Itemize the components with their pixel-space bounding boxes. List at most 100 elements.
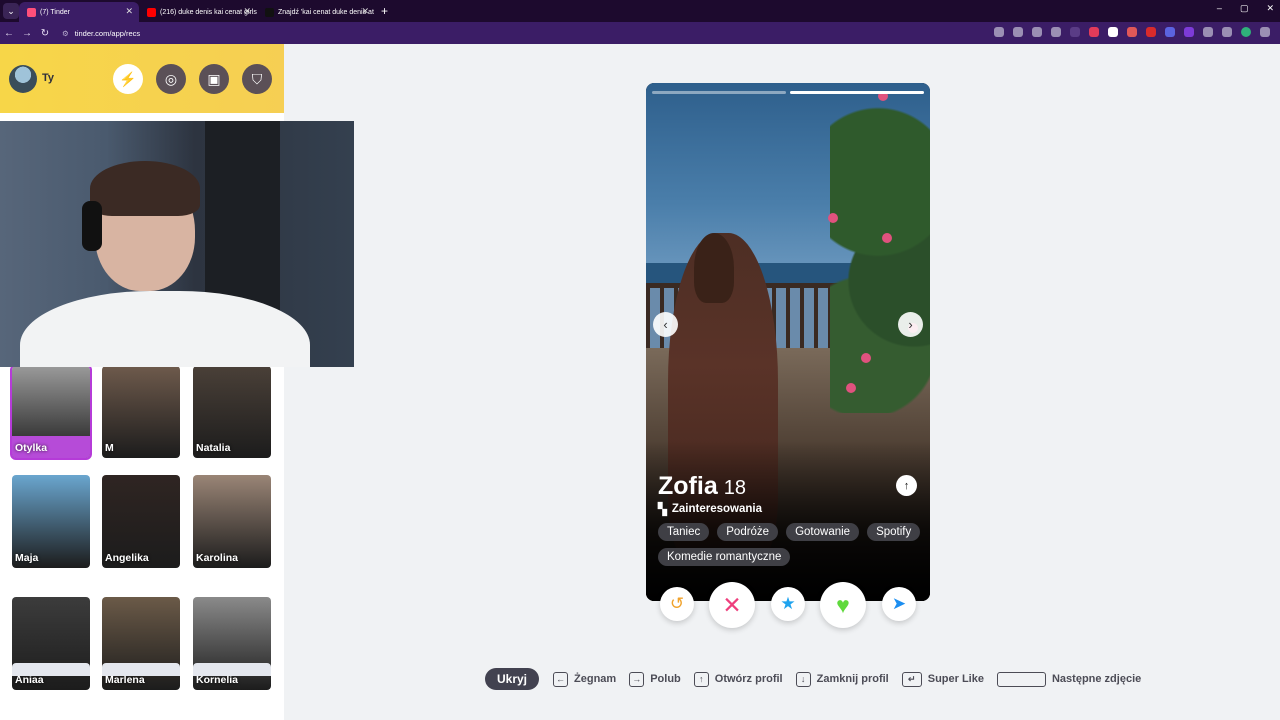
profile-photo bbox=[882, 233, 892, 243]
key-icon: ↓ bbox=[795, 671, 811, 687]
minimize-button[interactable]: – bbox=[1217, 3, 1222, 14]
cast-icon[interactable] bbox=[1013, 27, 1023, 37]
extension-icon[interactable] bbox=[1165, 27, 1175, 37]
tab-close-icon[interactable]: ✕ bbox=[125, 6, 133, 17]
interest-tags: Taniec Podróże Gotowanie Spotify Komedie rom… bbox=[658, 523, 922, 566]
interest-tag: Spotify bbox=[867, 523, 921, 541]
action-bar: ↺ ✕ ★ ♥ ➤ bbox=[646, 580, 930, 630]
keyboard-hint: → Polub bbox=[629, 671, 681, 687]
menu-icon[interactable] bbox=[1260, 27, 1270, 37]
tab-favicon-icon bbox=[27, 7, 36, 17]
match-card[interactable]: Aniaa bbox=[12, 597, 90, 690]
lightning-icon[interactable]: ⚡ bbox=[113, 64, 143, 94]
url-text: tinder.com/app/recs bbox=[74, 28, 141, 38]
extension-icon[interactable] bbox=[1184, 27, 1194, 37]
hint-label: Super Like bbox=[927, 673, 984, 685]
profile-age: 18 bbox=[723, 477, 746, 499]
match-card[interactable]: Angelika bbox=[102, 475, 180, 568]
next-photo-button[interactable]: › bbox=[898, 312, 923, 337]
headphones bbox=[82, 201, 102, 251]
match-name: Otylka bbox=[15, 442, 48, 454]
match-name: Karolina bbox=[196, 552, 239, 564]
profile-photo bbox=[694, 233, 734, 303]
hide-hints-button[interactable]: Ukryj bbox=[485, 668, 540, 690]
match-name: M bbox=[105, 442, 114, 454]
photo-progress-segment bbox=[790, 91, 924, 94]
briefcase-icon[interactable]: ▣ bbox=[199, 64, 229, 94]
window-controls: – ▢ ✕ bbox=[1217, 3, 1274, 14]
forward-icon[interactable]: → bbox=[18, 28, 36, 39]
avatar[interactable] bbox=[9, 65, 37, 93]
back-icon[interactable]: ← bbox=[0, 28, 18, 39]
nope-button[interactable]: ✕ bbox=[709, 582, 755, 628]
match-card-placeholder bbox=[12, 663, 90, 676]
tab-close-icon[interactable]: ✕ bbox=[243, 6, 251, 17]
like-button[interactable]: ♥ bbox=[820, 582, 866, 628]
hint-label: Następne zdjęcie bbox=[1051, 673, 1142, 685]
match-card[interactable]: Otylka bbox=[10, 364, 92, 460]
puzzle-icon[interactable] bbox=[1203, 27, 1213, 37]
interests-header: ▚ Zainteresowania bbox=[658, 502, 762, 516]
keyboard-hints: Ukryj ← Żegnam → Polub ↑ Otwórz profil ↓ Zamkni… bbox=[485, 668, 1154, 690]
rewind-button[interactable]: ↺ bbox=[660, 587, 694, 621]
open-profile-button[interactable]: ↑ bbox=[896, 475, 917, 496]
compass-icon[interactable]: ◎ bbox=[156, 64, 186, 94]
interest-tag: Komedie romantyczne bbox=[658, 548, 791, 566]
hint-label: Otwórz profil bbox=[714, 673, 783, 685]
tab-close-icon[interactable]: ✕ bbox=[361, 6, 369, 17]
keyboard-hint: Następne zdjęcie bbox=[996, 671, 1142, 687]
hint-label: Polub bbox=[650, 673, 681, 685]
extension-icon[interactable] bbox=[1146, 27, 1156, 37]
profile-photo bbox=[861, 353, 871, 363]
interest-tag: Podróże bbox=[717, 523, 779, 541]
location-icon[interactable] bbox=[994, 27, 1004, 37]
match-card[interactable]: Marlena bbox=[102, 597, 180, 690]
zoom-icon[interactable] bbox=[1032, 27, 1042, 37]
match-card[interactable]: Maja bbox=[12, 475, 90, 568]
match-card[interactable]: Kornelia bbox=[193, 597, 271, 690]
tab-favicon-icon bbox=[147, 7, 156, 17]
super-like-button[interactable]: ★ bbox=[771, 587, 805, 621]
browser-tab[interactable]: Znajdź 'kai cenat duke denis at ✕ bbox=[257, 2, 375, 22]
photo-progress bbox=[652, 91, 924, 94]
extension-icon[interactable] bbox=[1089, 27, 1099, 37]
reload-icon[interactable]: ↻ bbox=[36, 28, 54, 39]
tab-favicon-icon bbox=[265, 7, 274, 17]
username[interactable]: Ty bbox=[42, 72, 54, 84]
extension-icon[interactable] bbox=[1108, 27, 1118, 37]
spacebar-key-icon bbox=[996, 671, 1046, 687]
profile-card[interactable]: ‹ › Zofia 18 ↑ ▚ Zainteresowania Taniec P… bbox=[646, 83, 930, 601]
url-field[interactable]: ⚙ tinder.com/app/recs bbox=[62, 29, 140, 38]
key-icon: ↵ bbox=[901, 671, 922, 687]
match-card[interactable]: M bbox=[102, 366, 180, 458]
profile-photo bbox=[646, 441, 930, 601]
key-icon: → bbox=[629, 671, 645, 687]
browser-tab[interactable]: (7) Tinder ✕ bbox=[19, 2, 139, 22]
address-bar: ← → ↻ ⚙ tinder.com/app/recs bbox=[0, 22, 1280, 44]
boost-button[interactable]: ➤ bbox=[882, 587, 916, 621]
match-card[interactable]: Natalia bbox=[193, 366, 271, 458]
maximize-button[interactable]: ▢ bbox=[1240, 3, 1249, 14]
extension-icon[interactable] bbox=[1127, 27, 1137, 37]
match-name: Maja bbox=[15, 552, 39, 564]
bookmark-star-icon[interactable] bbox=[1051, 27, 1061, 37]
reading-list-icon[interactable] bbox=[1222, 27, 1232, 37]
previous-photo-button[interactable]: ‹ bbox=[653, 312, 678, 337]
shield-icon[interactable]: ⛉ bbox=[242, 64, 272, 94]
browser-tab[interactable]: (216) duke denis kai cenat girls ✕ bbox=[139, 2, 257, 22]
key-icon: ↑ bbox=[693, 671, 709, 687]
photo-progress-segment bbox=[652, 91, 786, 94]
interests-label: Zainteresowania bbox=[671, 503, 762, 515]
extension-icon[interactable] bbox=[1070, 27, 1080, 37]
browser-tab-bar: ⌄ (7) Tinder ✕ (216) duke denis kai cenat … bbox=[0, 0, 1280, 22]
new-tab-button[interactable]: + bbox=[381, 4, 388, 18]
close-window-button[interactable]: ✕ bbox=[1266, 3, 1274, 14]
tab-search-icon[interactable]: ⌄ bbox=[3, 3, 19, 19]
site-info-icon[interactable]: ⚙ bbox=[62, 29, 69, 38]
extensions-toolbar bbox=[994, 27, 1270, 37]
keyboard-hint: ↓ Zamknij profil bbox=[795, 671, 889, 687]
tab-title: (216) duke denis kai cenat girls bbox=[160, 8, 257, 16]
profile-avatar-icon[interactable] bbox=[1241, 27, 1251, 37]
match-card-placeholder bbox=[102, 663, 180, 676]
match-card[interactable]: Karolina bbox=[193, 475, 271, 568]
